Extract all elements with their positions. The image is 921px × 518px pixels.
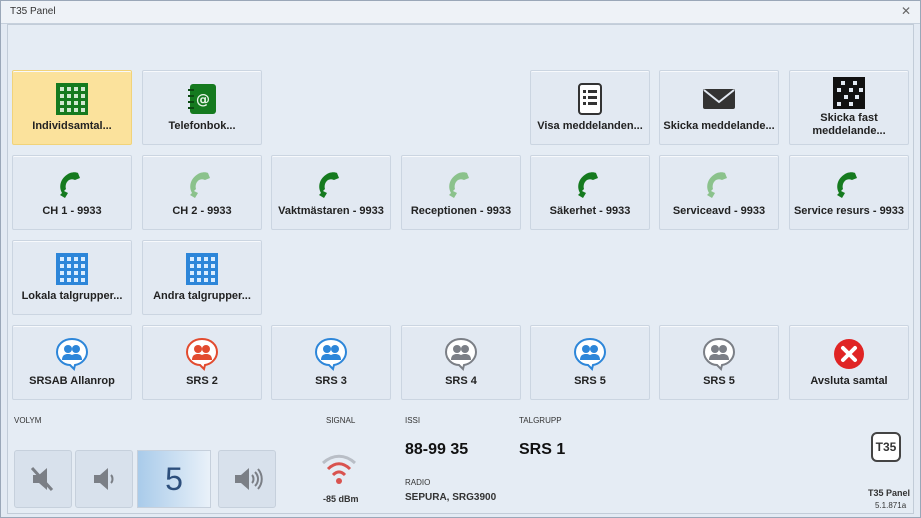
group-chat-icon: [702, 337, 736, 371]
skicka-meddelande-button[interactable]: Skicka meddelande...: [659, 70, 779, 145]
button-label: CH 2 - 9933: [172, 205, 232, 217]
button-label: SRSAB Allanrop: [29, 375, 115, 387]
button-label: Andra talgrupper...: [153, 290, 251, 302]
sakerhet-button[interactable]: Säkerhet - 9933: [530, 155, 650, 230]
panel: Individsamtal... @ Telefonbok... Visa me…: [7, 24, 914, 514]
button-label: SRS 5: [703, 375, 735, 387]
serviceavd-button[interactable]: Serviceavd - 9933: [659, 155, 779, 230]
signal-value: -85 dBm: [323, 494, 359, 504]
button-label: Skicka fast meddelande...: [792, 112, 906, 138]
phone-icon: [707, 172, 727, 198]
phone-icon: [837, 172, 857, 198]
button-label: Visa meddelanden...: [537, 120, 643, 132]
ch2-button[interactable]: CH 2 - 9933: [142, 155, 262, 230]
phone-icon: [60, 172, 80, 198]
group-chat-icon: [444, 337, 478, 371]
button-label: Säkerhet - 9933: [549, 205, 631, 217]
app-name: T35 Panel: [868, 488, 911, 498]
volume-down-button[interactable]: [75, 450, 133, 508]
telefonbok-button[interactable]: @ Telefonbok...: [142, 70, 262, 145]
visa-meddelanden-button[interactable]: Visa meddelanden...: [530, 70, 650, 145]
button-label: Telefonbok...: [168, 120, 236, 132]
group-chat-icon: [185, 337, 219, 371]
document-list-icon: [578, 83, 602, 115]
phone-icon: [319, 172, 339, 198]
phone-icon: [190, 172, 210, 198]
signal-label: SIGNAL: [326, 416, 356, 425]
volume-level: 5: [137, 450, 211, 508]
phone-icon: [578, 172, 598, 198]
volume-down-icon: [94, 468, 114, 490]
srs4-button[interactable]: SRS 4: [401, 325, 521, 400]
envelope-icon: [703, 89, 735, 109]
button-label: Lokala talgrupper...: [21, 290, 123, 302]
service-resurs-button[interactable]: Service resurs - 9933: [789, 155, 909, 230]
srsab-allanrop-button[interactable]: SRSAB Allanrop: [12, 325, 132, 400]
volume-up-icon: [235, 468, 263, 490]
mute-icon: [30, 466, 54, 492]
issi-label: ISSI: [405, 416, 421, 425]
skicka-fast-meddelande-button[interactable]: Skicka fast meddelande...: [789, 70, 909, 145]
volume-label: VOLYM: [14, 416, 42, 425]
srs5-button-2[interactable]: SRS 5: [659, 325, 779, 400]
mute-button[interactable]: [14, 450, 72, 508]
app-version: 5.1.871a: [875, 501, 907, 510]
issi-value: 88-99 35: [405, 441, 469, 458]
button-label: SRS 5: [574, 375, 606, 387]
volume-up-button[interactable]: [218, 450, 276, 508]
andra-talgrupper-button[interactable]: Andra talgrupper...: [142, 240, 262, 315]
button-label: Service resurs - 9933: [793, 205, 905, 217]
talgrupp-value: SRS 1: [519, 441, 566, 458]
grid-icon: [56, 83, 88, 115]
group-chat-icon: [55, 337, 89, 371]
button-label: Avsluta samtal: [810, 375, 888, 387]
button-label: Vaktmästaren - 9933: [278, 205, 384, 217]
address-book-icon: @: [188, 84, 216, 114]
cancel-icon: [834, 339, 864, 369]
lokala-talgrupper-button[interactable]: Lokala talgrupper...: [12, 240, 132, 315]
svg-text:@: @: [196, 92, 210, 108]
receptionen-button[interactable]: Receptionen - 9933: [401, 155, 521, 230]
avsluta-samtal-button[interactable]: Avsluta samtal: [789, 325, 909, 400]
label-line-1: Skicka fast: [820, 112, 878, 124]
checker-grid-icon: [833, 77, 865, 109]
talgrupp-label: TALGRUPP: [519, 416, 562, 425]
title-bar: T35 Panel ✕: [1, 1, 920, 24]
app-window: T35 Panel ✕ Individsamtal... @ Telefonbo…: [0, 0, 921, 518]
button-label: SRS 2: [186, 375, 218, 387]
close-icon[interactable]: ✕: [901, 4, 911, 18]
srs2-button[interactable]: SRS 2: [142, 325, 262, 400]
button-label: SRS 4: [445, 375, 477, 387]
srs3-button[interactable]: SRS 3: [271, 325, 391, 400]
grid-icon-blue: [186, 253, 218, 285]
button-label: Receptionen - 9933: [410, 205, 512, 217]
app-logo: T35: [871, 432, 901, 462]
ch1-button[interactable]: CH 1 - 9933: [12, 155, 132, 230]
radio-value: SEPURA, SRG3900: [405, 492, 497, 503]
phone-icon: [449, 172, 469, 198]
radio-label: RADIO: [405, 478, 431, 487]
button-label: SRS 3: [315, 375, 347, 387]
window-title: T35 Panel: [10, 6, 56, 17]
grid-icon-blue: [56, 253, 88, 285]
button-label: CH 1 - 9933: [42, 205, 102, 217]
button-label: Individsamtal...: [32, 120, 112, 132]
srs5-button[interactable]: SRS 5: [530, 325, 650, 400]
label-line-2: meddelande...: [812, 125, 886, 137]
individsamtal-button[interactable]: Individsamtal...: [12, 70, 132, 145]
button-label: Serviceavd - 9933: [672, 205, 766, 217]
vaktmastaren-button[interactable]: Vaktmästaren - 9933: [271, 155, 391, 230]
group-chat-icon: [573, 337, 607, 371]
group-chat-icon: [314, 337, 348, 371]
signal-icon: [321, 454, 357, 484]
button-label: Skicka meddelande...: [663, 120, 775, 132]
